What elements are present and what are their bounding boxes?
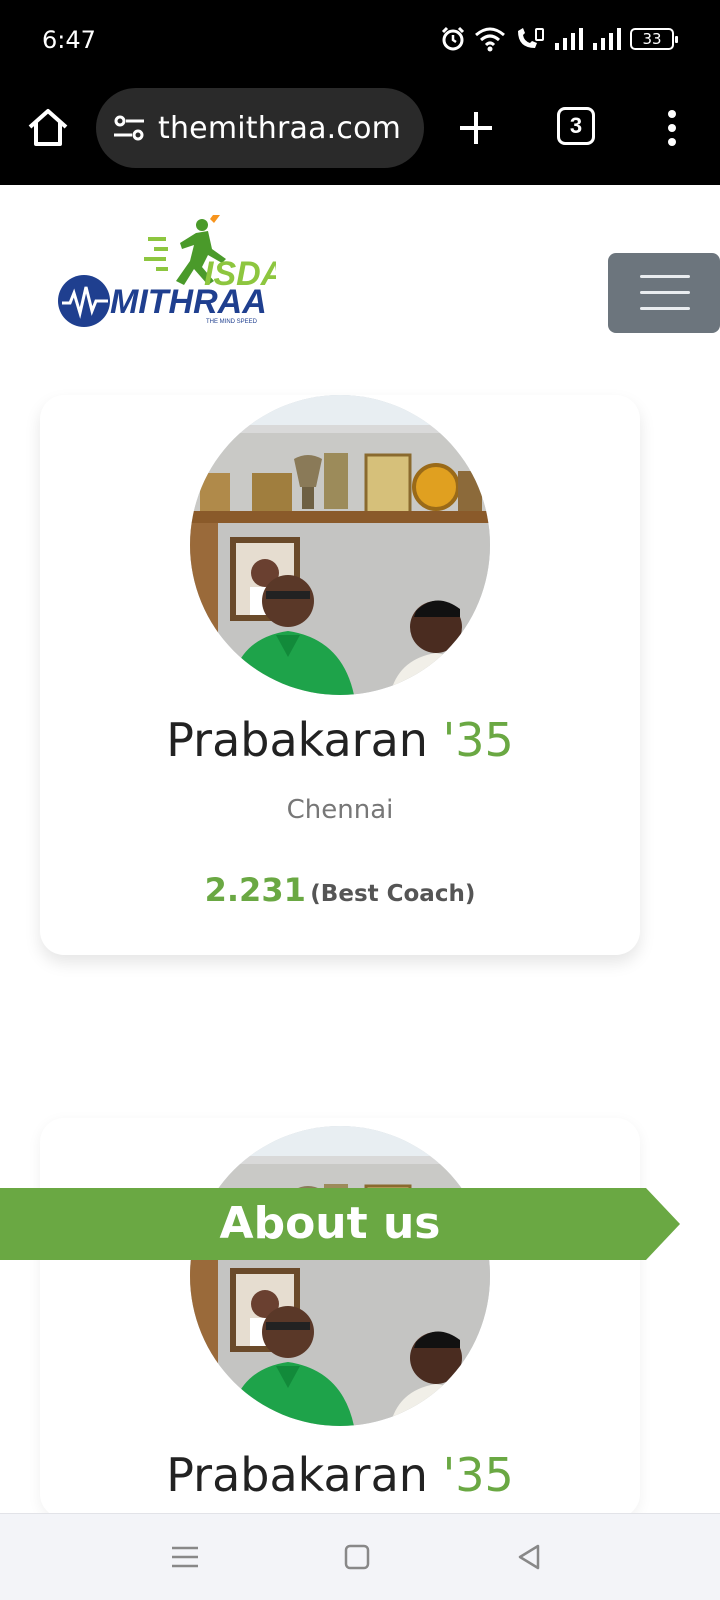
signal-icon-1 xyxy=(555,28,583,50)
score-label: (Best Coach) xyxy=(310,881,476,907)
wifi-icon xyxy=(475,27,505,52)
isda-mithraa-logo[interactable]: ISDA MITHRAA THE MIND SPEED xyxy=(56,215,276,330)
volte-call-icon xyxy=(518,28,544,48)
svg-text:THE MIND SPEED: THE MIND SPEED xyxy=(206,319,258,325)
coach-card[interactable]: Prabakaran '35 xyxy=(40,1118,640,1518)
coach-year: '35 xyxy=(442,713,514,767)
site-header: ISDA MITHRAA THE MIND SPEED xyxy=(0,185,720,360)
status-time: 6:47 xyxy=(42,26,96,54)
about-us-label: About us xyxy=(219,1198,441,1249)
coach-name: Prabakaran '35 xyxy=(40,1448,640,1502)
coach-name: Prabakaran '35 xyxy=(40,713,640,767)
recent-apps-icon[interactable] xyxy=(168,1540,202,1574)
hamburger-line xyxy=(640,307,690,310)
svg-text:MITHRAA: MITHRAA xyxy=(110,283,267,321)
url-text: themithraa.com xyxy=(158,110,402,146)
battery-icon: 33 xyxy=(630,28,678,50)
hamburger-line xyxy=(640,275,690,278)
hamburger-line xyxy=(640,291,690,294)
navbar-toggle-button[interactable] xyxy=(608,253,720,333)
home-button-icon[interactable] xyxy=(340,1540,374,1574)
status-bar: 6:47 33 xyxy=(0,0,720,84)
system-navigation-bar xyxy=(0,1513,720,1600)
back-icon[interactable] xyxy=(512,1540,546,1574)
home-icon[interactable] xyxy=(26,106,70,150)
address-bar[interactable]: themithraa.com xyxy=(96,88,424,168)
coach-score: 2.231 (Best Coach) xyxy=(40,871,640,909)
status-icons: 33 xyxy=(440,26,678,52)
browser-toolbar: themithraa.com 3 xyxy=(0,84,720,185)
site-settings-icon[interactable] xyxy=(112,111,146,145)
coach-photo xyxy=(190,1126,490,1426)
coach-photo xyxy=(190,395,490,695)
coach-year: '35 xyxy=(442,1448,514,1502)
signal-icon-2 xyxy=(593,28,621,50)
coach-city: Chennai xyxy=(286,795,394,825)
alarm-icon xyxy=(441,26,465,51)
more-options-icon[interactable] xyxy=(660,108,684,148)
score-value: 2.231 xyxy=(204,871,306,909)
coach-name-text: Prabakaran xyxy=(166,1448,443,1502)
new-tab-icon[interactable] xyxy=(456,108,496,148)
tab-switcher-button[interactable]: 3 xyxy=(557,107,595,145)
coach-name-text: Prabakaran xyxy=(166,713,443,767)
coach-card[interactable]: Prabakaran '35 Chennai 2.231 (Best Coach… xyxy=(40,395,640,955)
